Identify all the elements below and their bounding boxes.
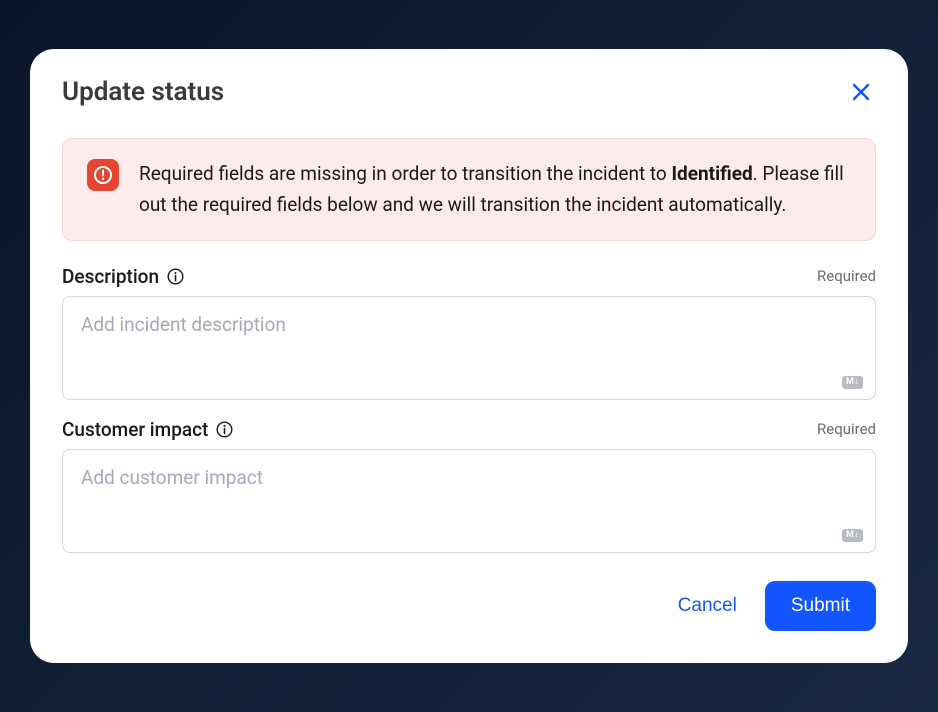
markdown-icon: M↓ <box>842 529 863 542</box>
customer-impact-label-text: Customer impact <box>62 418 208 441</box>
customer-impact-field-group: Customer impact Required M↓ <box>62 418 876 553</box>
customer-impact-textarea[interactable] <box>63 450 875 548</box>
close-icon <box>850 81 872 106</box>
cancel-button[interactable]: Cancel <box>674 587 741 625</box>
modal-footer: Cancel Submit <box>62 581 876 631</box>
description-textarea-wrap: M↓ <box>62 296 876 400</box>
description-textarea[interactable] <box>63 297 875 395</box>
required-tag: Required <box>817 267 876 285</box>
alert-icon <box>87 159 119 191</box>
description-field-group: Description Required M↓ <box>62 265 876 400</box>
submit-button[interactable]: Submit <box>765 581 876 631</box>
field-label-row: Customer impact Required <box>62 418 876 441</box>
field-label-row: Description Required <box>62 265 876 288</box>
alert-status: Identified <box>671 162 752 185</box>
required-tag: Required <box>817 420 876 438</box>
update-status-modal: Update status Required fields are missin… <box>30 49 908 663</box>
alert-text: Required fields are missing in order to … <box>139 159 851 220</box>
markdown-icon: M↓ <box>842 376 863 389</box>
info-icon[interactable] <box>216 421 233 438</box>
customer-impact-label: Customer impact <box>62 418 233 441</box>
customer-impact-textarea-wrap: M↓ <box>62 449 876 553</box>
modal-title: Update status <box>62 77 224 107</box>
alert-prefix: Required fields are missing in order to … <box>139 162 671 185</box>
modal-header: Update status <box>62 77 876 110</box>
info-icon[interactable] <box>167 268 184 285</box>
alert-banner: Required fields are missing in order to … <box>62 138 876 241</box>
close-button[interactable] <box>846 77 876 110</box>
description-label: Description <box>62 265 184 288</box>
description-label-text: Description <box>62 265 159 288</box>
